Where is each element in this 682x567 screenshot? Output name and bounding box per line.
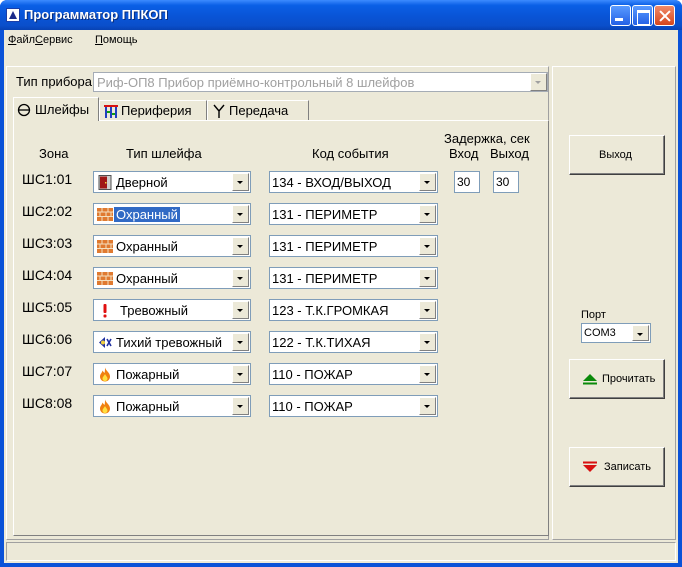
event-code-select[interactable]: 123 - Т.К.ГРОМКАЯ — [269, 299, 438, 321]
app-window: Программатор ППКОП Файл Сервис Помощь Ти… — [0, 0, 682, 567]
event-code-select[interactable]: 131 - ПЕРИМЕТР — [269, 235, 438, 257]
write-button[interactable]: Записать — [569, 447, 665, 487]
close-button[interactable] — [654, 5, 675, 26]
delay-header: Задержка, сек — [444, 131, 530, 146]
loop-type-select[interactable]: Охранный — [93, 235, 251, 257]
chevron-down-icon — [232, 365, 249, 383]
chevron-down-icon — [419, 237, 436, 255]
zone-label: ШС3:03 — [22, 235, 73, 251]
loop-type-select[interactable]: Тревожный — [93, 299, 251, 321]
zone-label: ШС2:02 — [22, 203, 73, 219]
device-type-value: Риф-ОП8 Прибор приёмно-контрольный 8 шле… — [97, 75, 415, 90]
event-code-select[interactable]: 110 - ПОЖАР — [269, 395, 438, 417]
read-button[interactable]: Прочитать — [569, 359, 665, 399]
peripheral-icon — [104, 105, 118, 118]
maximize-button[interactable] — [632, 5, 653, 26]
loop-type-select[interactable]: Охранный — [93, 267, 251, 289]
settings-panel: Тип прибора Риф-ОП8 Прибор приёмно-контр… — [6, 66, 549, 540]
loop-type-select[interactable]: Дверной — [93, 171, 251, 193]
side-panel: Выход Порт COM3 Прочитать Записать — [552, 66, 676, 540]
delay-out-field[interactable]: 30 — [493, 171, 519, 193]
loops-tab-page: Зона Тип шлейфа Код события Задержка, се… — [13, 120, 549, 536]
chevron-down-icon — [419, 173, 436, 191]
chevron-down-icon — [232, 173, 249, 191]
delay-in-header: Вход — [449, 146, 479, 161]
status-bar — [6, 542, 676, 561]
loop-type-select[interactable]: Пожарный — [93, 363, 251, 385]
loop-type-select[interactable]: Пожарный — [93, 395, 251, 417]
device-type-select: Риф-ОП8 Прибор приёмно-контрольный 8 шле… — [93, 72, 548, 92]
wall-icon — [97, 208, 113, 221]
event-code-select[interactable]: 134 - ВХОД/ВЫХОД — [269, 171, 438, 193]
download-arrow-icon — [583, 461, 597, 472]
port-label: Порт — [581, 309, 606, 321]
fire-icon — [100, 399, 110, 414]
zone-label: ШС7:07 — [22, 363, 73, 379]
chevron-down-icon — [232, 333, 249, 351]
chevron-down-icon — [419, 301, 436, 319]
title-bar[interactable]: Программатор ППКОП — [0, 0, 682, 30]
zone-label: ШС8:08 — [22, 395, 73, 411]
port-select[interactable]: COM3 — [581, 323, 651, 343]
delay-out-header: Выход — [490, 146, 529, 161]
chevron-down-icon — [632, 325, 649, 341]
event-code-header: Код события — [312, 146, 389, 161]
event-code-select[interactable]: 122 - Т.К.ТИХАЯ — [269, 331, 438, 353]
upload-arrow-icon — [583, 374, 597, 385]
event-code-select[interactable]: 131 - ПЕРИМЕТР — [269, 267, 438, 289]
zone-label: ШС4:04 — [22, 267, 73, 283]
chevron-down-icon — [419, 365, 436, 383]
antenna-icon — [213, 104, 225, 118]
wall-icon — [97, 272, 113, 285]
wall-icon — [97, 240, 113, 253]
device-type-label: Тип прибора — [16, 74, 92, 89]
chevron-down-icon — [419, 205, 436, 223]
menu-help[interactable]: Помощь — [95, 34, 138, 46]
chevron-down-icon — [232, 269, 249, 287]
tab-loops[interactable]: Шлейфы — [13, 97, 99, 121]
delay-in-field[interactable]: 30 — [454, 171, 480, 193]
tab-transmission[interactable]: Передача — [207, 100, 309, 120]
tab-peripherals[interactable]: Периферия — [99, 100, 207, 120]
menu-file[interactable]: Файл — [8, 34, 35, 46]
menu-bar: Файл Сервис Помощь — [4, 30, 678, 52]
zone-label: ШС1:01 — [22, 171, 73, 187]
event-code-select[interactable]: 110 - ПОЖАР — [269, 363, 438, 385]
loop-icon — [17, 103, 31, 117]
loop-type-header: Тип шлейфа — [126, 146, 202, 161]
app-icon — [6, 8, 20, 22]
event-code-select[interactable]: 131 - ПЕРИМЕТР — [269, 203, 438, 225]
chevron-down-icon — [419, 333, 436, 351]
zone-header: Зона — [39, 146, 69, 161]
zone-label: ШС6:06 — [22, 331, 73, 347]
silent-alarm-icon — [99, 337, 112, 348]
window-client: Файл Сервис Помощь Тип прибора Риф-ОП8 П… — [4, 30, 678, 563]
fire-icon — [100, 367, 110, 382]
loop-type-select[interactable]: Тихий тревожный — [93, 331, 251, 353]
exit-button[interactable]: Выход — [569, 135, 665, 175]
chevron-down-icon — [419, 269, 436, 287]
chevron-down-icon — [530, 73, 547, 91]
alarm-icon — [103, 304, 107, 318]
window-title: Программатор ППКОП — [24, 7, 168, 22]
chevron-down-icon — [232, 397, 249, 415]
chevron-down-icon — [419, 397, 436, 415]
minimize-button[interactable] — [610, 5, 631, 26]
zone-label: ШС5:05 — [22, 299, 73, 315]
chevron-down-icon — [232, 205, 249, 223]
chevron-down-icon — [232, 301, 249, 319]
chevron-down-icon — [232, 237, 249, 255]
menu-service[interactable]: Сервис — [35, 34, 73, 46]
loop-type-select[interactable]: Охранный — [93, 203, 251, 225]
door-icon — [98, 175, 112, 190]
